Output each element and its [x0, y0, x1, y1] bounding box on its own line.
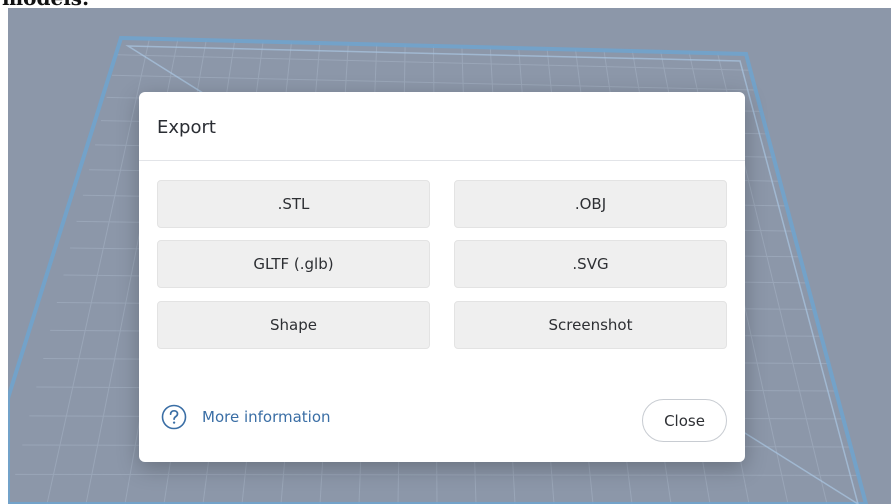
question-circle-icon: [161, 404, 187, 430]
grid-line: [15, 473, 859, 476]
export-dialog: Export .STL .OBJ GLTF (.glb) .SVG Shape …: [139, 92, 745, 462]
export-shape-button[interactable]: Shape: [157, 301, 430, 349]
export-svg-button[interactable]: .SVG: [454, 240, 727, 288]
export-obj-button[interactable]: .OBJ: [454, 180, 727, 228]
export-stl-button[interactable]: .STL: [157, 180, 430, 228]
export-gltf-button[interactable]: GLTF (.glb): [157, 240, 430, 288]
background-page-text: models.: [2, 0, 89, 8]
export-screenshot-button[interactable]: Screenshot: [454, 301, 727, 349]
more-information-link[interactable]: More information: [161, 404, 331, 430]
more-information-label: More information: [202, 408, 331, 426]
dialog-header: Export: [139, 92, 745, 161]
close-button[interactable]: Close: [642, 399, 727, 442]
page-text-strip: models.: [0, 0, 891, 8]
dialog-title: Export: [157, 116, 216, 138]
